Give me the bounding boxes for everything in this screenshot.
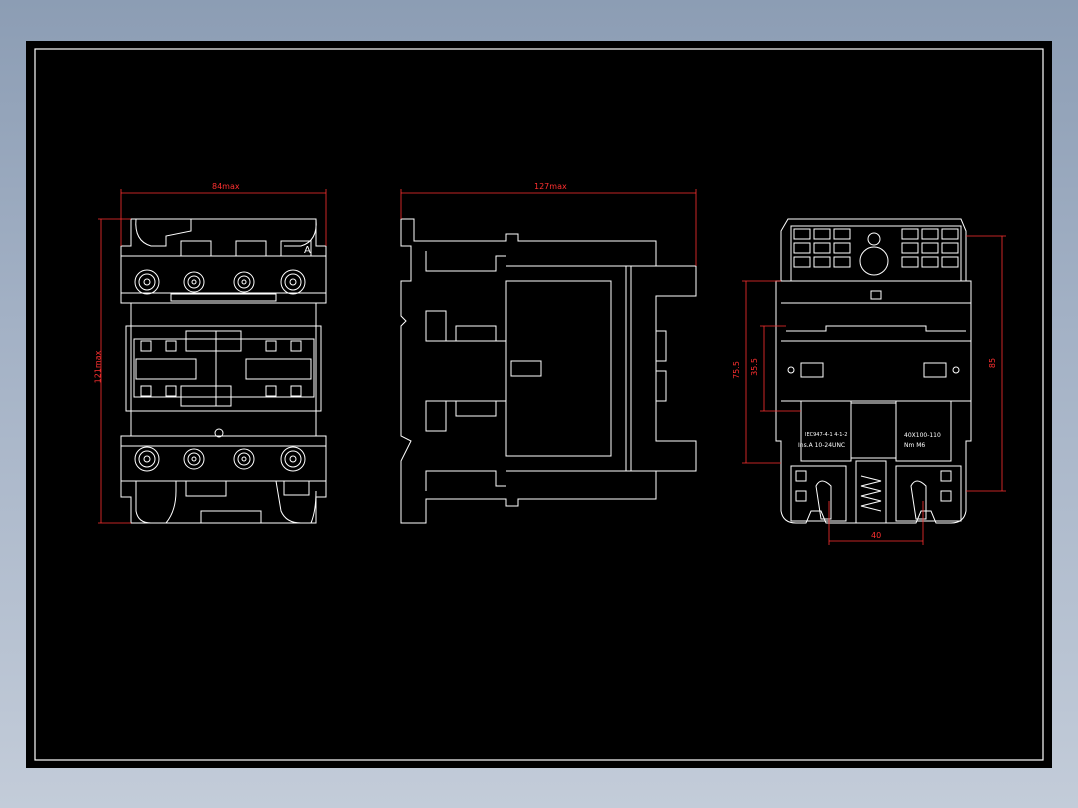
nameplate-left <box>800 400 852 462</box>
terminal-tag-label: A <box>304 245 311 256</box>
plate-right-line2: Nm M6 <box>904 442 926 449</box>
terminal-row-top <box>134 269 306 295</box>
rear-dim-40-label: 40 <box>871 531 882 540</box>
rear-dim-35-5-label: 35.5 <box>749 358 759 376</box>
plate-right-line1: 40X100-110 <box>904 432 941 439</box>
side-view <box>400 218 697 524</box>
drawing-border <box>34 48 1044 761</box>
rear-dim-85-label: 85 <box>988 357 998 369</box>
terminal-row-bottom <box>134 446 306 472</box>
front-view-dimensions <box>98 189 327 524</box>
plate-left-line1: IEC947-4-1 4-1-2 <box>805 432 848 438</box>
rear-dim-75-5-label: 75.5 <box>731 361 741 379</box>
drawing-sheet: 84max 121max A 127max 75.5 35.5 85 40 IE… <box>26 41 1052 768</box>
cad-drawing <box>34 48 1044 761</box>
plate-left-line2: Ins.A 10-24UNC <box>798 442 846 449</box>
vent-grid <box>790 225 962 282</box>
front-width-dim-label: 84max <box>212 182 240 191</box>
front-height-dim-label: 121max <box>93 350 103 384</box>
nameplate-right <box>895 400 952 462</box>
front-view <box>120 218 327 524</box>
rear-view <box>775 218 972 524</box>
side-view-dimensions <box>400 189 697 266</box>
side-depth-dim-label: 127max <box>534 182 567 191</box>
